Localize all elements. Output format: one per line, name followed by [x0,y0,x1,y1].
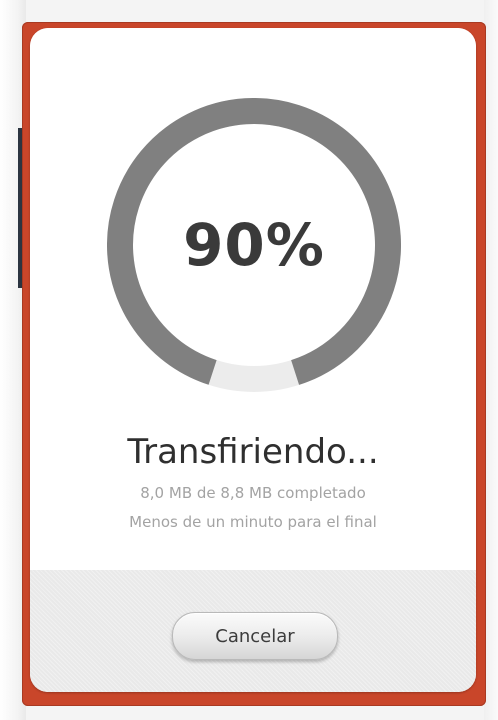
dialog-footer: Cancelar [30,570,476,692]
background-window-right-edge [484,0,498,720]
dialog-content: 90% Transfiriendo... 8,0 MB de 8,8 MB co… [30,28,476,571]
transfer-size-detail: 8,0 MB de 8,8 MB completado [140,484,366,502]
status-title: Transfiriendo... [127,432,379,472]
progress-percent: 90% [183,211,325,279]
transfer-dialog: 90% Transfiriendo... 8,0 MB de 8,8 MB co… [30,28,476,692]
time-remaining: Menos de un minuto para el final [129,513,377,531]
cancel-button[interactable]: Cancelar [172,612,338,660]
